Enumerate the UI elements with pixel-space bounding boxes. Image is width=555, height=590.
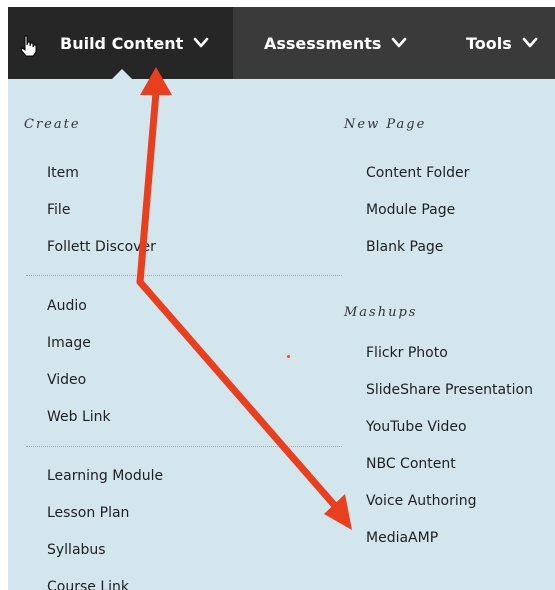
menu-item-flickr-photo[interactable]: Flickr Photo [366, 345, 448, 361]
tools-menu-button[interactable]: Tools [466, 7, 538, 79]
assessments-menu-button[interactable]: Assessments [264, 7, 407, 79]
tools-label: Tools [466, 33, 512, 53]
menu-item-youtube-video[interactable]: YouTube Video [366, 419, 467, 435]
new-page-section-title: New Page [344, 117, 427, 132]
menu-item-video[interactable]: Video [47, 372, 86, 388]
chevron-down-icon [392, 37, 407, 48]
annotation-dot [287, 355, 290, 358]
menu-item-syllabus[interactable]: Syllabus [47, 542, 106, 558]
menu-item-slideshare-presentation[interactable]: SlideShare Presentation [366, 382, 533, 398]
build-content-dropdown: Create Item File Follett Discover Audio … [8, 79, 555, 590]
menu-item-item[interactable]: Item [47, 165, 79, 181]
menu-item-content-folder[interactable]: Content Folder [366, 165, 469, 181]
menu-item-module-page[interactable]: Module Page [366, 202, 455, 218]
create-section-title: Create [24, 117, 81, 132]
course-menu-bar: Build Content Assessments Tools [8, 7, 555, 79]
assessments-label: Assessments [264, 33, 382, 53]
menu-item-nbc-content[interactable]: NBC Content [366, 456, 456, 472]
active-menu-pointer [111, 69, 133, 79]
menu-item-blank-page[interactable]: Blank Page [366, 239, 443, 255]
menu-item-file[interactable]: File [47, 202, 70, 218]
menu-item-course-link[interactable]: Course Link [47, 579, 129, 590]
menu-item-voice-authoring[interactable]: Voice Authoring [366, 493, 477, 509]
chevron-down-icon [193, 37, 209, 48]
menu-divider [26, 446, 342, 447]
menu-item-lesson-plan[interactable]: Lesson Plan [47, 505, 129, 521]
menu-divider [26, 275, 342, 276]
menu-item-web-link[interactable]: Web Link [47, 409, 111, 425]
menu-item-follett-discover[interactable]: Follett Discover [47, 239, 156, 255]
hand-pointer-icon [20, 35, 37, 57]
menu-item-audio[interactable]: Audio [47, 298, 87, 314]
menu-item-learning-module[interactable]: Learning Module [47, 468, 163, 484]
mashups-section-title: Mashups [344, 305, 418, 320]
menu-item-mediaamp[interactable]: MediaAMP [366, 530, 438, 546]
chevron-down-icon [522, 37, 538, 48]
build-content-label: Build Content [60, 33, 184, 53]
screenshot-page: Build Content Assessments Tools Create I… [0, 0, 555, 590]
menu-item-image[interactable]: Image [47, 335, 91, 351]
